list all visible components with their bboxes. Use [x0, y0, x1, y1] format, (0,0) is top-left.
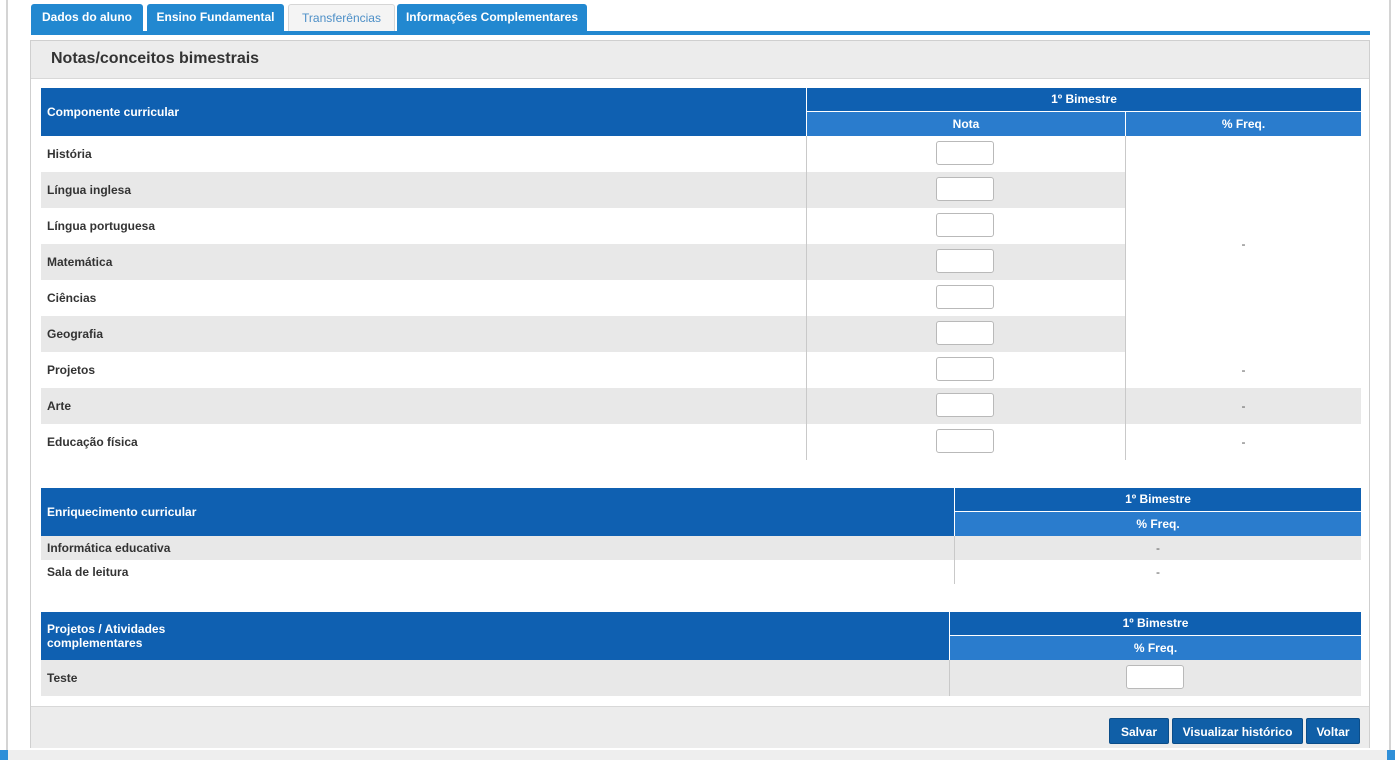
row-label: Teste: [47, 671, 78, 685]
grades-panel: Notas/conceitos bimestrais Componente cu…: [30, 40, 1370, 748]
row-label: Informática educativa: [47, 541, 171, 555]
bottom-strip: [0, 750, 1395, 760]
curricular-table: Componente curricular 1º Bimestre Nota %…: [41, 88, 1361, 460]
grade-input-matematica[interactable]: [936, 249, 994, 273]
freq-value: -: [1156, 541, 1160, 555]
header-freq: % Freq.: [955, 512, 1361, 536]
view-history-button[interactable]: Visualizar histórico: [1172, 718, 1303, 744]
page-title: Notas/conceitos bimestrais: [51, 50, 260, 67]
row-label: Geografia: [47, 327, 104, 341]
tab-ensino-fundamental[interactable]: Ensino Fundamental: [147, 4, 284, 31]
tab-informacoes-complementares[interactable]: Informações Complementares: [397, 4, 587, 31]
header-enriquecimento-curricular: Enriquecimento curricular: [41, 488, 954, 536]
header-1-bimestre: 1º Bimestre: [955, 488, 1361, 511]
tab-underline: [31, 31, 1370, 35]
column-divider: [949, 660, 950, 696]
header-1-bimestre: 1º Bimestre: [807, 88, 1361, 111]
freq-value: -: [1241, 435, 1246, 449]
row-label: Educação física: [47, 435, 138, 449]
column-divider: [806, 136, 807, 460]
tab-transferencias[interactable]: Transferências: [288, 4, 395, 31]
row-label: Ciências: [47, 291, 97, 305]
table-row: História: [41, 136, 1361, 172]
header-1-bimestre: 1º Bimestre: [950, 612, 1361, 635]
enrichment-table: Enriquecimento curricular 1º Bimestre % …: [41, 488, 1361, 584]
header-freq: % Freq.: [950, 636, 1361, 660]
panel-header: Notas/conceitos bimestrais: [31, 41, 1369, 79]
window-left-border: [6, 0, 8, 760]
grade-input-lingua-portuguesa[interactable]: [936, 213, 994, 237]
header-freq: % Freq.: [1126, 112, 1361, 136]
grade-input-arte[interactable]: [936, 393, 994, 417]
freq-value: -: [1241, 399, 1246, 413]
save-button[interactable]: Salvar: [1109, 718, 1169, 744]
column-divider: [954, 536, 955, 584]
back-button[interactable]: Voltar: [1306, 718, 1360, 744]
panel-footer: Salvar Visualizar histórico Voltar: [31, 706, 1369, 748]
grade-input-ciencias[interactable]: [936, 285, 994, 309]
freq-value: -: [1156, 565, 1160, 579]
header-projetos-atividades: Projetos / Atividades complementares: [41, 612, 949, 660]
freq-input-teste[interactable]: [1126, 665, 1184, 689]
grade-input-historia[interactable]: [936, 141, 994, 165]
row-label: Língua portuguesa: [47, 219, 155, 233]
grade-input-lingua-inglesa[interactable]: [936, 177, 994, 201]
row-label: Matemática: [47, 255, 113, 269]
row-label: Língua inglesa: [47, 183, 132, 197]
header-componente-curricular: Componente curricular: [41, 88, 806, 136]
projects-table: Projetos / Atividades complementares 1º …: [41, 612, 1361, 696]
row-label: Sala de leitura: [47, 565, 129, 579]
grade-input-projetos[interactable]: [936, 357, 994, 381]
table-row: Informática educativa -: [41, 536, 1361, 560]
table-row: Sala de leitura -: [41, 560, 1361, 584]
table-row: Ciências: [41, 280, 1361, 316]
grade-input-educacao-fisica[interactable]: [936, 429, 994, 453]
window-right-border: [1389, 0, 1391, 760]
freq-value: -: [1241, 363, 1246, 377]
row-label: Projetos: [47, 363, 96, 377]
header-nota: Nota: [807, 112, 1125, 136]
row-label: Arte: [47, 399, 72, 413]
grade-input-geografia[interactable]: [936, 321, 994, 345]
freq-value-merged: -: [1241, 237, 1246, 251]
tab-dados-do-aluno[interactable]: Dados do aluno: [31, 4, 143, 31]
row-label: História: [47, 147, 92, 161]
